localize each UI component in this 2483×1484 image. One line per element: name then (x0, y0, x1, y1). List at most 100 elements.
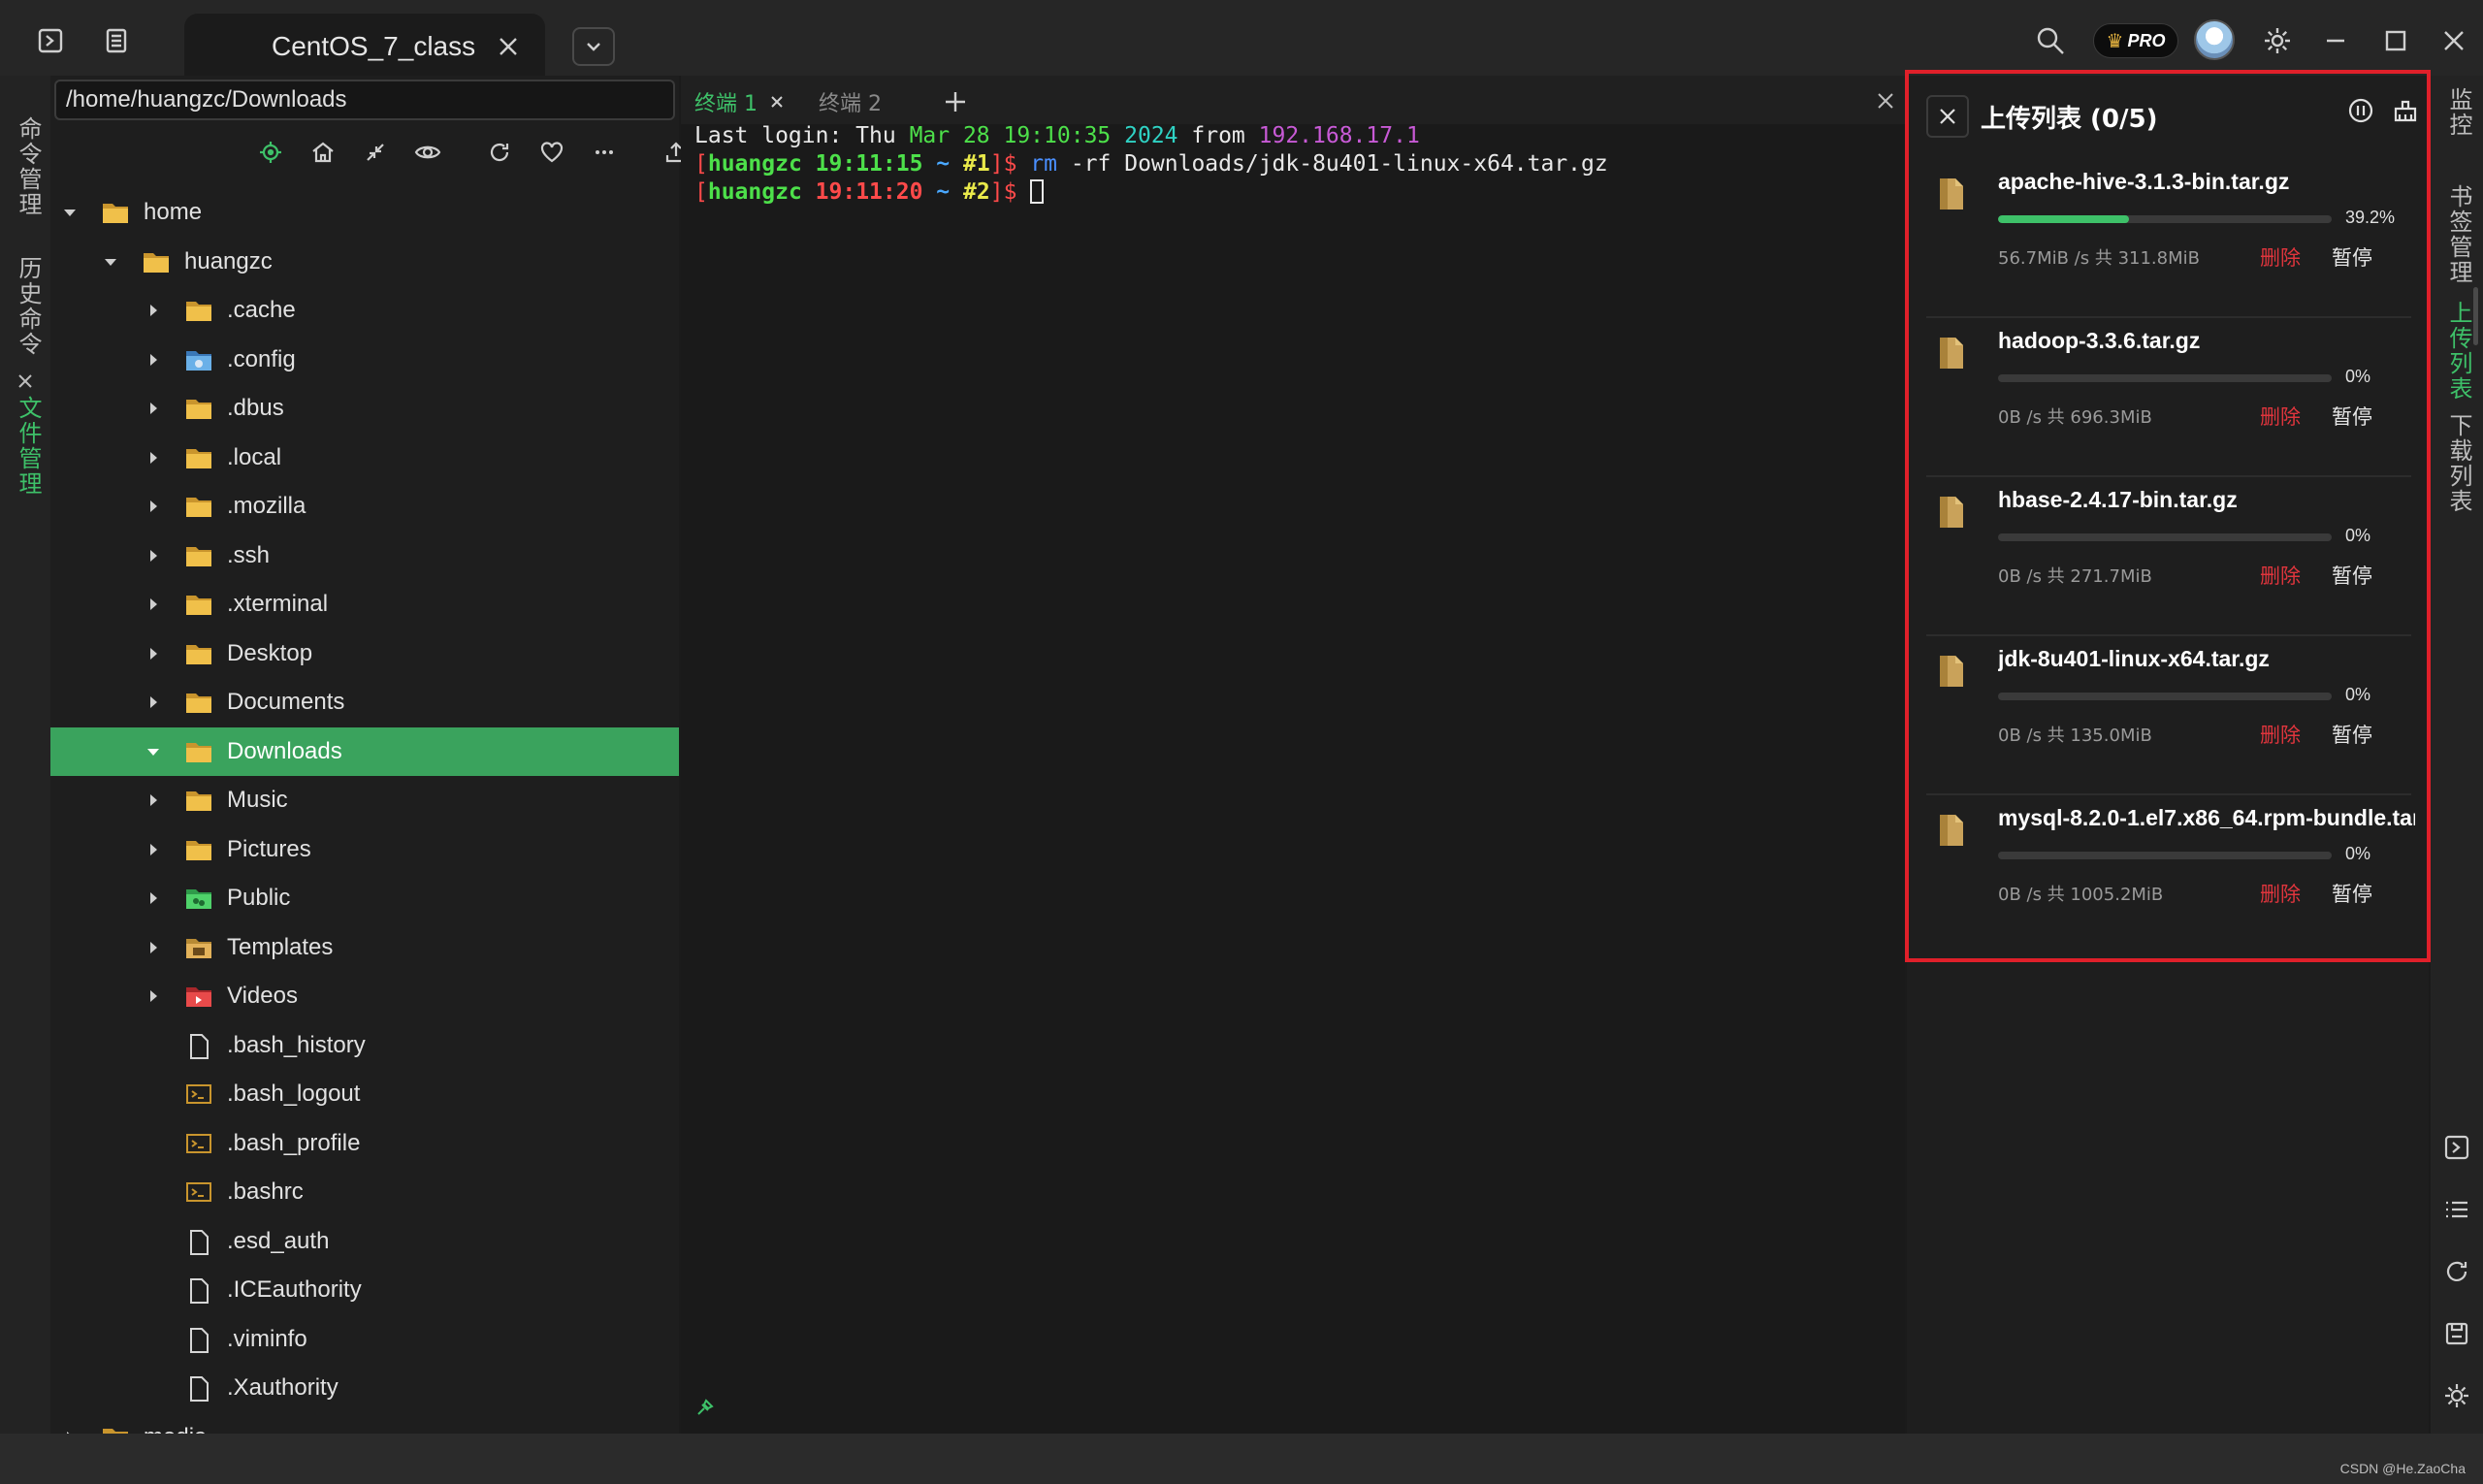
tree-item-dot-xterminal[interactable]: .xterminal (50, 580, 679, 629)
more-icon[interactable] (582, 130, 627, 175)
caret-right-icon[interactable] (144, 644, 163, 663)
refresh-icon[interactable] (477, 130, 522, 175)
search-icon[interactable] (2031, 21, 2070, 60)
heart-icon[interactable] (530, 130, 574, 175)
caret-right-icon[interactable] (144, 840, 163, 859)
caret-right-icon[interactable] (144, 301, 163, 320)
caret-right-icon[interactable] (144, 497, 163, 516)
tree-item-dot-dbus[interactable]: .dbus (50, 384, 679, 434)
tree-item-dot-ssh[interactable]: .ssh (50, 532, 679, 581)
info-icon[interactable] (2345, 95, 2376, 126)
vtab-upload-list[interactable]: 上传列表 (2442, 301, 2476, 402)
locate-icon[interactable] (248, 130, 293, 175)
path-input[interactable] (54, 80, 675, 120)
gear-icon[interactable] (2258, 21, 2297, 60)
pause-button[interactable]: 暂停 (2332, 720, 2372, 749)
vtab-download-list[interactable]: 下载列表 (2442, 413, 2476, 514)
script-file-icon (184, 1179, 213, 1205)
caret-right-icon[interactable] (144, 546, 163, 565)
file-list-icon[interactable] (97, 21, 136, 60)
avatar[interactable] (2194, 19, 2235, 60)
close-icon[interactable] (15, 371, 36, 392)
tree-item-documents[interactable]: Documents (50, 678, 679, 727)
tree-item-dot-iceauthority[interactable]: .ICEauthority (50, 1266, 679, 1315)
close-icon[interactable] (497, 35, 520, 58)
list-icon[interactable] (2442, 1195, 2471, 1224)
minimize-icon[interactable] (2316, 21, 2355, 60)
clear-list-icon[interactable] (2390, 95, 2421, 126)
vtab-bookmarks[interactable]: 书签管理 (2442, 184, 2476, 285)
caret-right-icon[interactable] (144, 938, 163, 957)
tab-terminal-2[interactable]: 终端 2 (819, 83, 882, 120)
tree-item-home[interactable]: home (50, 188, 679, 238)
tree-item-dot-bash_logout[interactable]: .bash_logout (50, 1070, 679, 1119)
terminal-toggle-icon[interactable] (31, 21, 70, 60)
close-icon[interactable] (1874, 89, 1897, 113)
session-tab[interactable]: CentOS_7_class (184, 14, 545, 76)
caret-right-icon[interactable] (144, 693, 163, 712)
tree-item-music[interactable]: Music (50, 776, 679, 825)
caret-down-icon[interactable] (144, 742, 163, 761)
caret-right-icon[interactable] (144, 888, 163, 908)
maximize-icon[interactable] (2376, 21, 2415, 60)
eye-icon[interactable] (405, 130, 450, 175)
tree-item-videos[interactable]: Videos (50, 972, 679, 1021)
caret-down-icon[interactable] (101, 252, 120, 272)
pin-icon[interactable] (694, 1395, 718, 1418)
pause-button[interactable]: 暂停 (2332, 879, 2372, 908)
scrollbar[interactable] (2473, 287, 2478, 345)
tree-item-dot-xauthority[interactable]: .Xauthority (50, 1364, 679, 1413)
pause-button[interactable]: 暂停 (2332, 242, 2372, 272)
vtab-command-manager[interactable]: 命令管理 (12, 116, 46, 217)
file-tree: home huangzc .cache .config .dbus .local .mozi… (50, 188, 679, 1462)
tree-item-dot-mozilla[interactable]: .mozilla (50, 482, 679, 532)
tree-item-dot-bash_history[interactable]: .bash_history (50, 1021, 679, 1071)
refresh-icon[interactable] (2442, 1257, 2471, 1286)
vtab-monitor[interactable]: 监控 (2442, 87, 2476, 138)
tree-item-pictures[interactable]: Pictures (50, 825, 679, 875)
add-tab-icon[interactable] (941, 87, 970, 116)
tree-item-dot-esd_auth[interactable]: .esd_auth (50, 1217, 679, 1267)
pro-badge[interactable]: ♛ PRO (2093, 23, 2178, 58)
tree-item-dot-bash_profile[interactable]: .bash_profile (50, 1119, 679, 1169)
pause-button[interactable]: 暂停 (2332, 561, 2372, 590)
tree-item-dot-bashrc[interactable]: .bashrc (50, 1168, 679, 1217)
tab-terminal-1[interactable]: 终端 1 (694, 83, 785, 120)
delete-button[interactable]: 删除 (2260, 561, 2301, 590)
tree-item-templates[interactable]: Templates (50, 923, 679, 973)
caret-right-icon[interactable] (144, 595, 163, 614)
tree-item-downloads[interactable]: Downloads (50, 726, 679, 776)
delete-button[interactable]: 删除 (2260, 242, 2301, 272)
caret-right-icon[interactable] (144, 399, 163, 418)
delete-button[interactable]: 删除 (2260, 402, 2301, 431)
vtab-file-manager[interactable]: 文件管理 (12, 396, 46, 497)
session-dropdown-button[interactable] (572, 27, 615, 66)
tree-item-dot-local[interactable]: .local (50, 434, 679, 483)
window-close-icon[interactable] (2435, 21, 2473, 60)
caret-right-icon[interactable] (144, 350, 163, 370)
caret-right-icon[interactable] (144, 448, 163, 468)
collapse-icon[interactable] (353, 130, 398, 175)
caret-down-icon[interactable] (60, 203, 80, 222)
close-icon[interactable] (769, 94, 785, 110)
vtab-history[interactable]: 历史命令 (12, 256, 46, 357)
caret-right-icon[interactable] (144, 986, 163, 1006)
tree-item-dot-cache[interactable]: .cache (50, 286, 679, 336)
tree-item-public[interactable]: Public (50, 874, 679, 923)
tree-item-dot-config[interactable]: .config (50, 336, 679, 385)
tree-item-dot-viminfo[interactable]: .viminfo (50, 1315, 679, 1365)
terminal-line: [huangzc 19:11:20 ~ #2]$ (694, 178, 1608, 207)
tree-item-huangzc[interactable]: huangzc (50, 238, 679, 287)
upload-close-button[interactable] (1926, 95, 1969, 138)
delete-button[interactable]: 删除 (2260, 879, 2301, 908)
caret-right-icon[interactable] (144, 790, 163, 810)
delete-button[interactable]: 删除 (2260, 720, 2301, 749)
terminal-icon[interactable] (2442, 1133, 2471, 1162)
gear-icon[interactable] (2442, 1381, 2471, 1410)
save-icon[interactable] (2442, 1319, 2471, 1348)
tree-item-desktop[interactable]: Desktop (50, 629, 679, 679)
home-icon[interactable] (301, 130, 345, 175)
pause-button[interactable]: 暂停 (2332, 402, 2372, 431)
terminal-output[interactable]: Last login: Thu Mar 28 19:10:35 2024 fro… (694, 122, 1608, 207)
folder-icon (184, 886, 213, 911)
